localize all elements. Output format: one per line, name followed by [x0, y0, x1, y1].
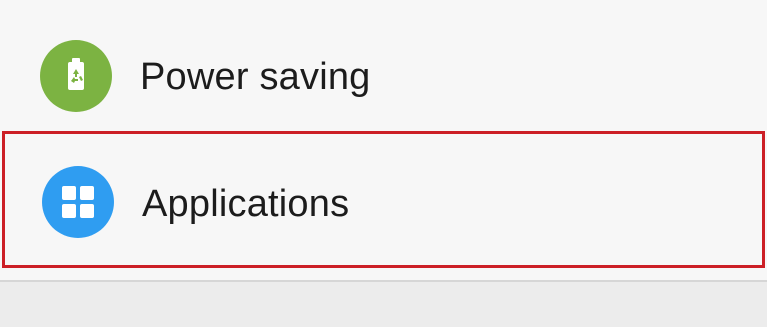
power-saving-label: Power saving	[140, 56, 371, 98]
apps-grid-icon	[42, 166, 114, 238]
power-saving-icon	[40, 40, 112, 112]
applications-icon	[42, 166, 114, 238]
settings-item-applications[interactable]: Applications	[2, 131, 765, 268]
settings-item-power-saving[interactable]: Power saving	[0, 16, 767, 136]
applications-label: Applications	[142, 183, 350, 225]
settings-list: Power saving Applications	[0, 0, 767, 280]
battery-recycle-icon	[40, 40, 112, 112]
list-divider	[0, 280, 767, 282]
